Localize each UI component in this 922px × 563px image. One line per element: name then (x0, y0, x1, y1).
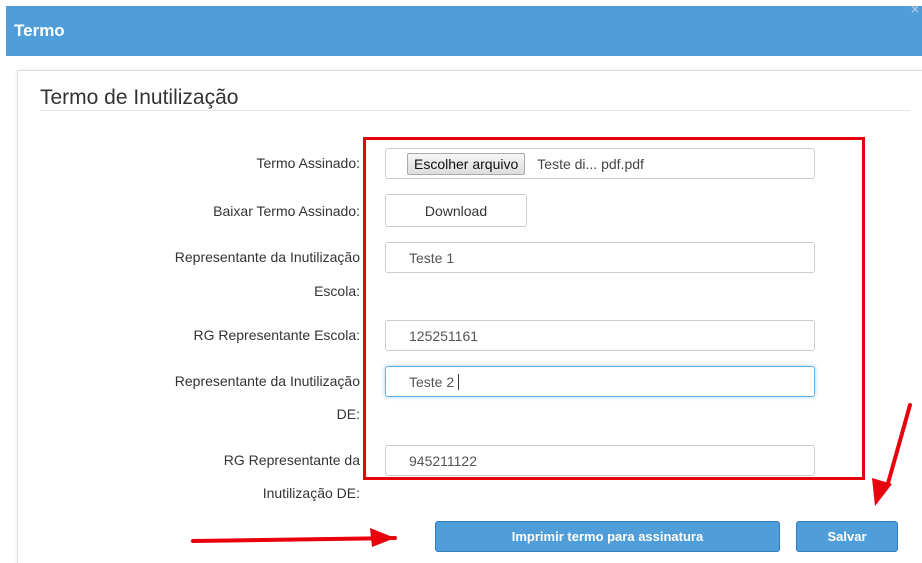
annotation-arrows (191, 403, 912, 547)
red-arrow-icon (191, 528, 397, 547)
red-arrow-icon (872, 403, 912, 506)
